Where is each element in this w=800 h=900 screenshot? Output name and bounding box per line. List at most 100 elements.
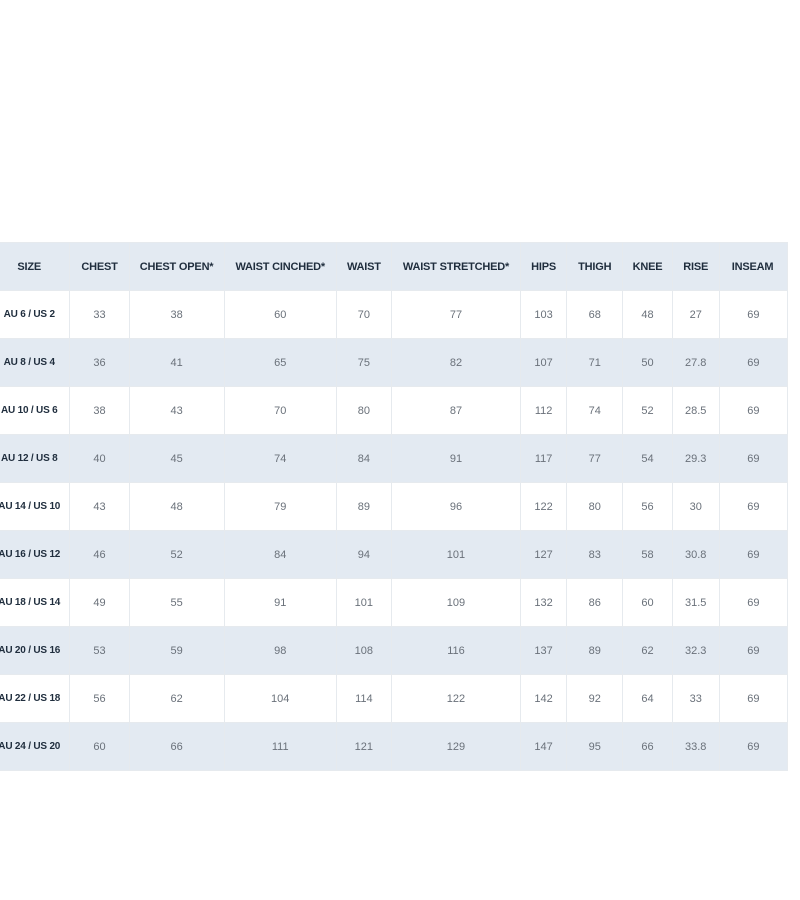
cell-knee: 58 (622, 530, 673, 579)
column-header-waist-stretched: WAIST STRETCHED* (390, 242, 521, 291)
cell-knee: 54 (622, 434, 673, 483)
cell-chest-open: 48 (128, 482, 225, 531)
table-row: AU 16 / US 12 46 52 84 94 101 127 83 58 30.8 69 (0, 530, 789, 579)
cell-waist-cinched: 74 (223, 434, 337, 483)
table-row: AU 22 / US 18 56 62 104 114 122 142 92 64 33 69 (0, 674, 789, 723)
cell-thigh: 83 (566, 530, 624, 579)
cell-hips: 122 (519, 482, 568, 531)
cell-waist: 94 (335, 530, 392, 579)
cell-thigh: 77 (566, 434, 624, 483)
cell-waist-cinched: 65 (223, 338, 337, 387)
cell-hips: 112 (519, 386, 568, 435)
column-header-size: SIZE (0, 242, 71, 291)
size-chart-table: SIZE CHEST CHEST OPEN* WAIST CINCHED* WA… (0, 242, 789, 771)
cell-knee: 66 (622, 722, 673, 771)
cell-waist-stretched: 77 (390, 290, 521, 339)
cell-size: AU 22 / US 18 (0, 674, 71, 723)
cell-waist-stretched: 82 (390, 338, 521, 387)
cell-waist-cinched: 60 (223, 290, 337, 339)
cell-thigh: 95 (566, 722, 624, 771)
cell-inseam: 69 (718, 482, 789, 531)
column-header-hips: HIPS (519, 242, 568, 291)
cell-chest: 49 (69, 578, 130, 627)
table-row: AU 20 / US 16 53 59 98 108 116 137 89 62 32.3 69 (0, 626, 789, 675)
cell-chest: 56 (69, 674, 130, 723)
column-header-chest-open: CHEST OPEN* (128, 242, 225, 291)
cell-inseam: 69 (718, 530, 789, 579)
cell-hips: 137 (519, 626, 568, 675)
cell-knee: 50 (622, 338, 673, 387)
cell-thigh: 74 (566, 386, 624, 435)
cell-waist: 80 (335, 386, 392, 435)
cell-hips: 127 (519, 530, 568, 579)
cell-waist-stretched: 91 (390, 434, 521, 483)
cell-knee: 62 (622, 626, 673, 675)
column-header-rise: RISE (671, 242, 720, 291)
cell-chest-open: 41 (128, 338, 225, 387)
cell-knee: 52 (622, 386, 673, 435)
cell-rise: 33.8 (671, 722, 720, 771)
cell-size: AU 8 / US 4 (0, 338, 71, 387)
cell-chest: 43 (69, 482, 130, 531)
table-row: AU 6 / US 2 33 38 60 70 77 103 68 48 27 69 (0, 290, 789, 339)
table-row: AU 14 / US 10 43 48 79 89 96 122 80 56 30 69 (0, 482, 789, 531)
column-header-knee: KNEE (622, 242, 673, 291)
cell-waist: 89 (335, 482, 392, 531)
cell-chest: 40 (69, 434, 130, 483)
table-row: AU 24 / US 20 60 66 111 121 129 147 95 66 33.8 69 (0, 722, 789, 771)
cell-chest: 60 (69, 722, 130, 771)
cell-waist-stretched: 101 (390, 530, 521, 579)
cell-size: AU 16 / US 12 (0, 530, 71, 579)
cell-chest: 38 (69, 386, 130, 435)
cell-waist: 121 (335, 722, 392, 771)
cell-hips: 132 (519, 578, 568, 627)
cell-inseam: 69 (718, 338, 789, 387)
cell-hips: 107 (519, 338, 568, 387)
cell-rise: 33 (671, 674, 720, 723)
cell-knee: 60 (622, 578, 673, 627)
cell-size: AU 24 / US 20 (0, 722, 71, 771)
cell-inseam: 69 (718, 434, 789, 483)
cell-waist-cinched: 70 (223, 386, 337, 435)
cell-thigh: 80 (566, 482, 624, 531)
cell-rise: 32.3 (671, 626, 720, 675)
table-row: AU 18 / US 14 49 55 91 101 109 132 86 60 31.5 69 (0, 578, 789, 627)
cell-hips: 142 (519, 674, 568, 723)
cell-chest: 46 (69, 530, 130, 579)
cell-chest-open: 66 (128, 722, 225, 771)
cell-hips: 117 (519, 434, 568, 483)
column-header-waist-cinched: WAIST CINCHED* (223, 242, 337, 291)
cell-chest-open: 62 (128, 674, 225, 723)
cell-thigh: 71 (566, 338, 624, 387)
cell-chest-open: 59 (128, 626, 225, 675)
cell-chest-open: 38 (128, 290, 225, 339)
table-row: AU 8 / US 4 36 41 65 75 82 107 71 50 27.8 69 (0, 338, 789, 387)
cell-waist: 70 (335, 290, 392, 339)
cell-waist: 75 (335, 338, 392, 387)
cell-hips: 103 (519, 290, 568, 339)
cell-size: AU 20 / US 16 (0, 626, 71, 675)
table-body: AU 6 / US 2 33 38 60 70 77 103 68 48 27 69 AU 8 / U… (0, 290, 789, 771)
cell-thigh: 86 (566, 578, 624, 627)
cell-waist-stretched: 96 (390, 482, 521, 531)
cell-inseam: 69 (718, 386, 789, 435)
cell-chest-open: 52 (128, 530, 225, 579)
cell-size: AU 14 / US 10 (0, 482, 71, 531)
cell-waist-cinched: 104 (223, 674, 337, 723)
cell-knee: 64 (622, 674, 673, 723)
cell-inseam: 69 (718, 626, 789, 675)
cell-inseam: 69 (718, 674, 789, 723)
cell-inseam: 69 (718, 578, 789, 627)
cell-waist-stretched: 109 (390, 578, 521, 627)
cell-chest-open: 55 (128, 578, 225, 627)
cell-knee: 48 (622, 290, 673, 339)
cell-waist-cinched: 84 (223, 530, 337, 579)
cell-thigh: 89 (566, 626, 624, 675)
column-header-waist: WAIST (335, 242, 392, 291)
cell-chest: 33 (69, 290, 130, 339)
cell-waist-cinched: 98 (223, 626, 337, 675)
cell-inseam: 69 (718, 290, 789, 339)
cell-rise: 27.8 (671, 338, 720, 387)
cell-waist-stretched: 116 (390, 626, 521, 675)
cell-waist-cinched: 111 (223, 722, 337, 771)
